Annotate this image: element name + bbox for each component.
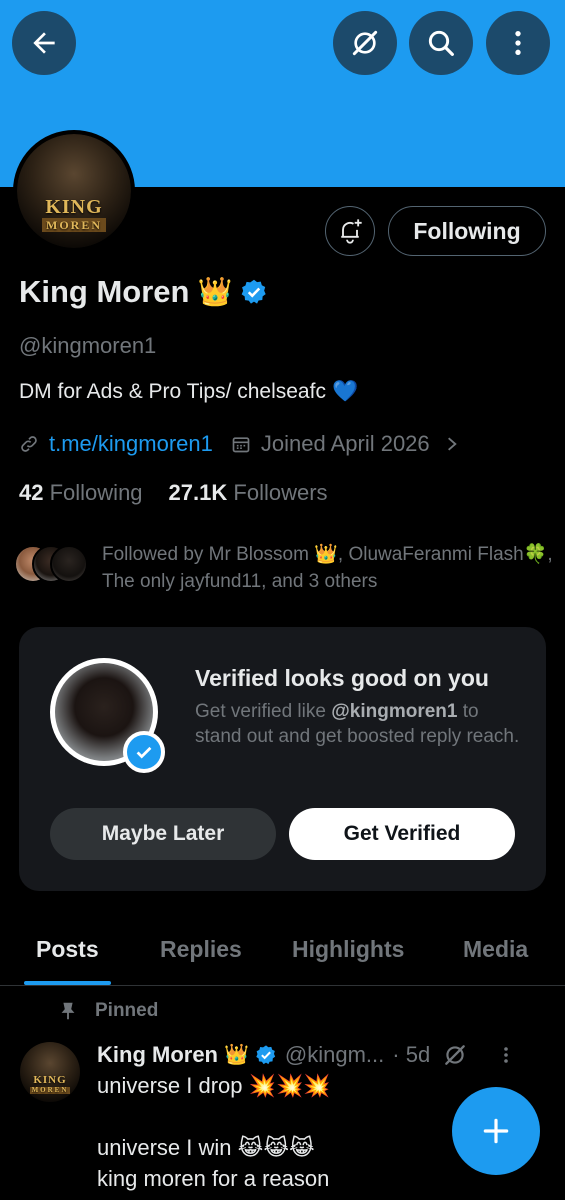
more-vertical-icon[interactable] <box>498 1043 514 1067</box>
profile-handle: @kingmoren1 <box>19 333 157 358</box>
tab-replies[interactable]: Replies <box>160 936 242 963</box>
post-line: king moren for a reason <box>97 1166 330 1191</box>
search-icon <box>428 30 454 56</box>
search-button[interactable] <box>409 11 473 75</box>
blue-heart-emoji: 💙 <box>331 380 359 403</box>
verified-badge-icon <box>256 1045 276 1065</box>
avatar-logo-king: KING <box>45 196 103 218</box>
grok-button[interactable] <box>333 11 397 75</box>
post-avatar-logo-king: KING <box>33 1074 67 1086</box>
followers-count-link[interactable]: 27.1K Followers <box>169 480 328 506</box>
chevron-right-icon[interactable] <box>444 434 460 454</box>
verified-promo-card: Verified looks good on you Get verified … <box>19 627 546 891</box>
check-badge-icon <box>123 731 165 773</box>
avatar-logo: KING MOREN <box>42 197 106 232</box>
followers-label: Followers <box>233 480 328 505</box>
bell-plus-icon <box>341 219 362 244</box>
follow-counts: 42 Following 27.1K Followers <box>19 480 328 506</box>
post-line: universe I win 😹😹😹 <box>97 1135 315 1160</box>
joined-date: Joined April 2026 <box>260 431 430 456</box>
grok-icon[interactable] <box>442 1042 468 1068</box>
profile-avatar[interactable]: KING MOREN <box>13 130 135 252</box>
display-name: King Moren <box>19 274 190 309</box>
following-button[interactable]: Following <box>388 206 546 256</box>
card-description: Get verified like @kingmoren1 to stand o… <box>195 699 525 749</box>
following-count: 42 <box>19 480 44 505</box>
pin-icon <box>61 1002 75 1020</box>
back-button[interactable] <box>12 11 76 75</box>
avatar <box>50 545 88 583</box>
profile-tabs: Posts Replies Highlights Media <box>0 926 565 984</box>
grok-icon <box>352 30 378 56</box>
card-desc-before: Get verified like <box>195 701 332 722</box>
card-title: Verified looks good on you <box>195 665 489 691</box>
mutual-followers-avatars <box>14 545 90 587</box>
following-label: Following <box>49 480 143 505</box>
profile-meta: t.me/kingmoren1 Joined April 2026 <box>19 430 460 458</box>
maybe-later-button[interactable]: Maybe Later <box>50 808 276 860</box>
pinned-label: Pinned <box>95 1000 159 1021</box>
crown-emoji: 👑 <box>197 276 233 307</box>
followed-by[interactable]: Followed by Mr Blossom 👑, OluwaFeranmi F… <box>14 541 554 595</box>
post-header: King Moren 👑 @kingm... · 5d <box>97 1040 552 1070</box>
calendar-icon <box>232 437 250 453</box>
tabs-divider <box>0 985 565 986</box>
card-desc-handle: @kingmoren1 <box>331 701 458 722</box>
avatar-logo-moren: MOREN <box>42 218 106 232</box>
tab-media[interactable]: Media <box>463 936 528 963</box>
more-vertical-icon <box>515 31 521 55</box>
post-author-avatar[interactable]: KING MOREN <box>20 1042 80 1102</box>
plus-icon <box>483 1118 509 1144</box>
tab-posts[interactable]: Posts <box>36 936 99 963</box>
pinned-indicator: Pinned <box>57 1000 158 1022</box>
post-avatar-logo-moren: MOREN <box>29 1086 71 1094</box>
post-time: · 5d <box>392 1042 431 1067</box>
profile-name-row: King Moren 👑 <box>19 274 268 310</box>
profile-bio: DM for Ads & Pro Tips/ chelseafc 💙 <box>19 380 358 404</box>
post-line: universe I drop 💥💥💥 <box>97 1073 331 1098</box>
compose-button[interactable] <box>452 1087 540 1175</box>
verified-badge-icon[interactable] <box>240 278 268 306</box>
post-author-name[interactable]: King Moren <box>97 1042 218 1068</box>
post-avatar-logo: KING MOREN <box>29 1074 71 1094</box>
more-button[interactable] <box>486 11 550 75</box>
crown-emoji: 👑 <box>224 1044 249 1066</box>
arrow-left-icon <box>33 32 55 54</box>
post-text[interactable]: universe I drop 💥💥💥 universe I win 😹😹😹 k… <box>97 1070 331 1194</box>
get-verified-button[interactable]: Get Verified <box>289 808 515 860</box>
following-count-link[interactable]: 42 Following <box>19 480 143 506</box>
notification-bell-button[interactable] <box>325 206 375 256</box>
tab-highlights[interactable]: Highlights <box>292 936 404 963</box>
followed-by-text: Followed by Mr Blossom 👑, OluwaFeranmi F… <box>102 544 553 592</box>
link-icon <box>21 436 37 452</box>
post-author-handle: @kingm... <box>284 1042 385 1067</box>
bio-text: DM for Ads & Pro Tips/ chelseafc <box>19 380 326 403</box>
profile-link[interactable]: t.me/kingmoren1 <box>49 431 213 457</box>
followers-count: 27.1K <box>168 480 228 505</box>
